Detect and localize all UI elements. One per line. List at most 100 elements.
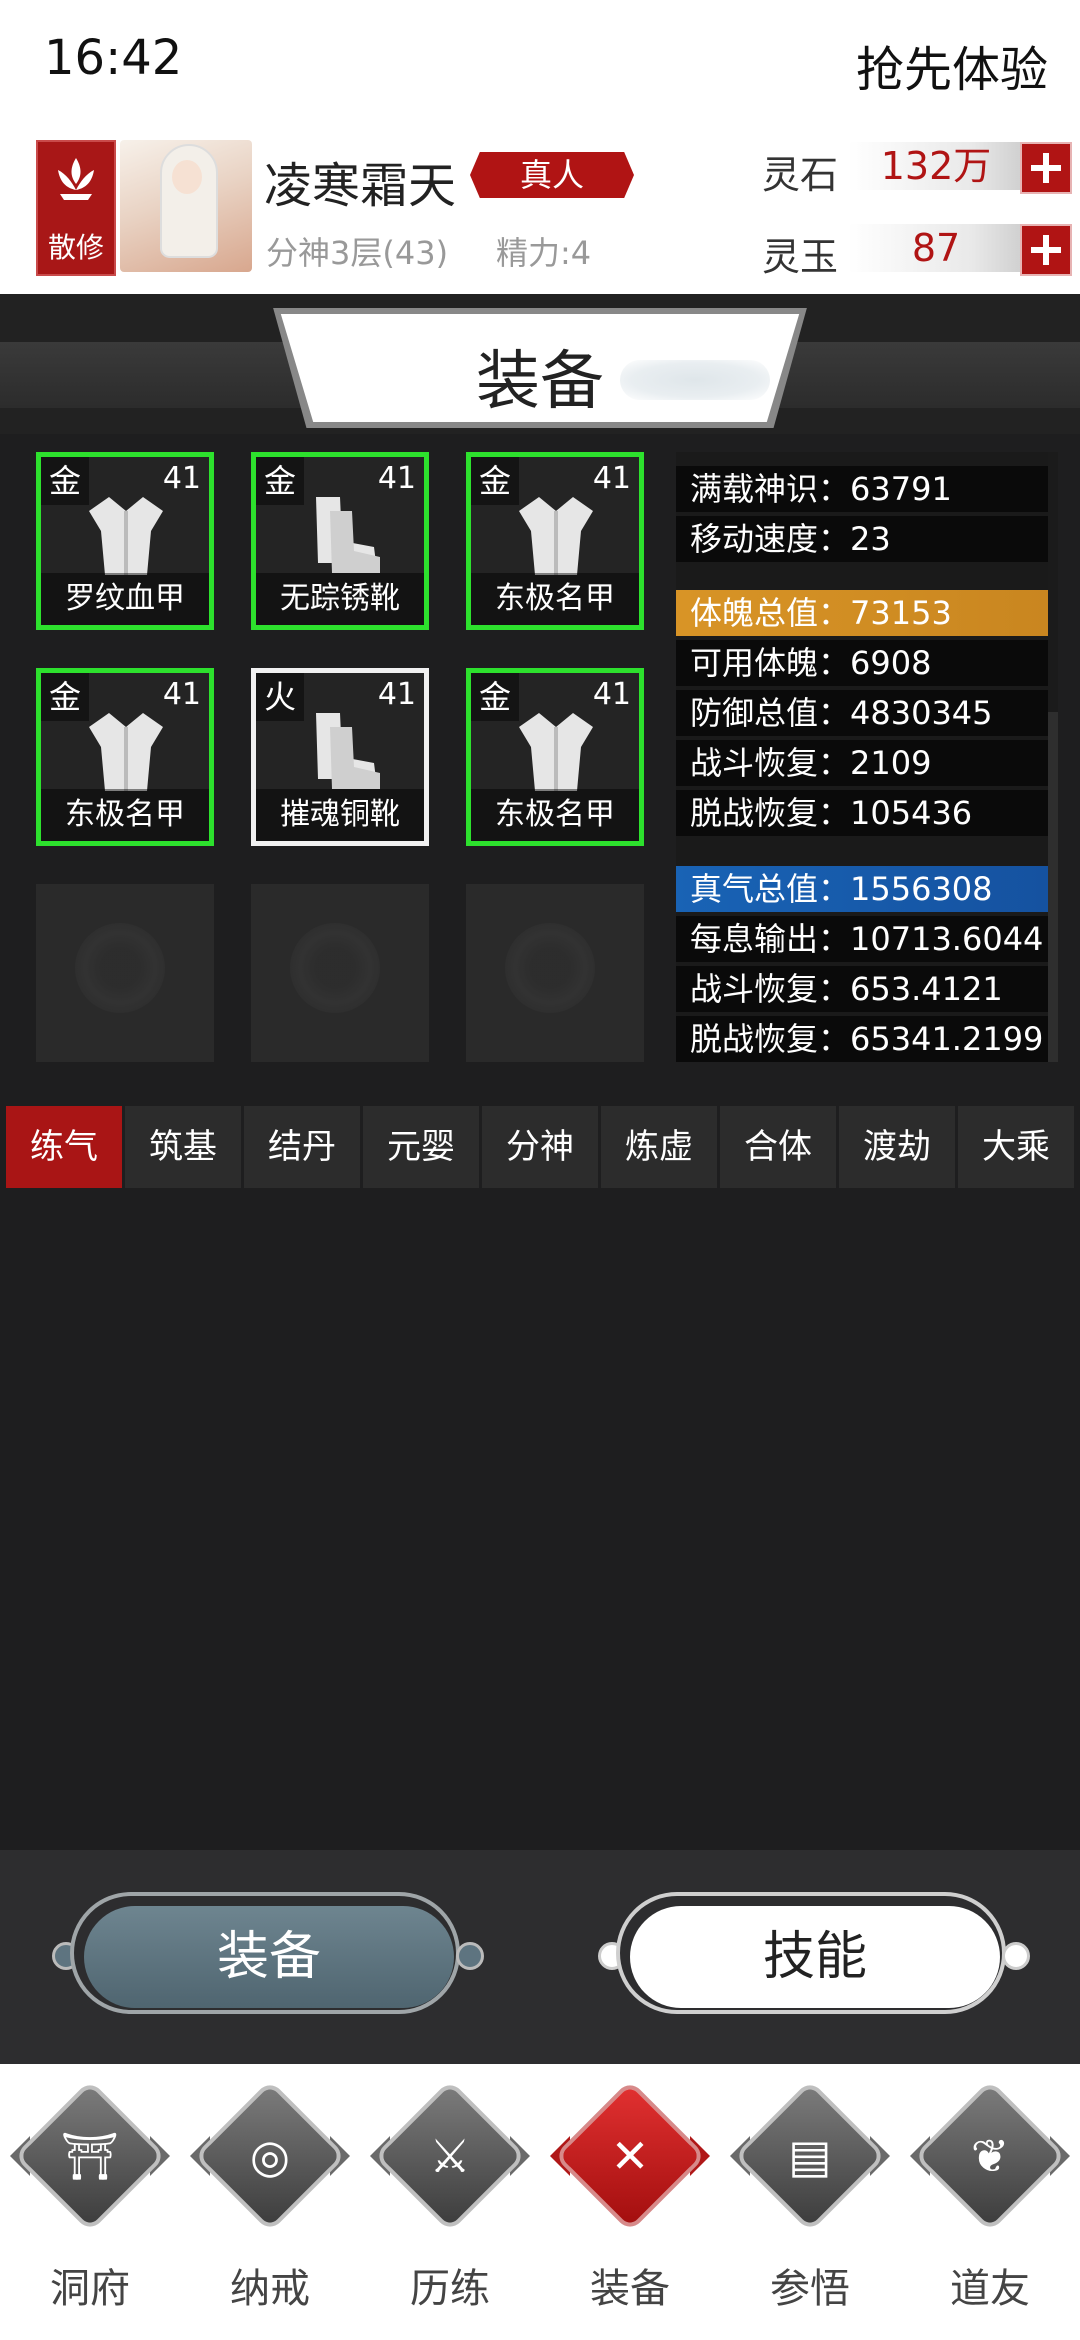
item-name: 摧魂铜靴 [256,789,424,841]
nav-lilian[interactable]: ⚔ 历练 [360,2084,540,2324]
equipment-slot[interactable]: 火 41 摧魂铜靴 [251,668,429,846]
seal-icon [75,923,165,1013]
armor-icon [89,497,163,575]
item-level: 41 [592,461,631,496]
stat-row: 防御总值：4830345 [676,690,1048,736]
stat-row: 可用体魄：6908 [676,640,1048,686]
ring-icon: ◎ [249,2129,291,2183]
boots-icon [316,497,380,573]
nav-daoyou[interactable]: ❦ 道友 [900,2084,1080,2324]
tab-lianxu[interactable]: 炼虚 [601,1106,717,1188]
stat-header-qi: 真气总值：1556308 [676,866,1048,912]
add-spirit-stone-button[interactable] [1020,142,1072,194]
nav-label: 历练 [410,2266,490,2312]
stats-scrollbar[interactable] [1048,452,1058,1062]
stat-header-physique: 体魄总值：73153 [676,590,1048,636]
stat-row: 满载神识：63791 [676,466,1048,512]
item-level: 41 [377,677,416,712]
stat-row: 脱战恢复：105436 [676,790,1048,836]
spirit-stone-label: 灵石 [762,153,839,197]
lotus-icon [58,158,94,200]
seal-icon [505,923,595,1013]
player-name: 凌寒霜天 [264,158,457,214]
armor-icon [89,713,163,791]
tab-dujie[interactable]: 渡劫 [839,1106,955,1188]
armor-icon [519,713,593,791]
item-name: 无踪锈靴 [256,573,424,625]
nav-label: 洞府 [50,2266,130,2312]
armor-icon [519,497,593,575]
nav-label: 装备 [590,2266,670,2312]
item-level: 41 [592,677,631,712]
stats-panel[interactable]: 满载神识：63791 移动速度：23 体魄总值：73153 可用体魄：6908 … [676,452,1058,1062]
skill-button[interactable]: 技能 [616,1892,1006,2014]
item-level: 41 [162,677,201,712]
tab-dacheng[interactable]: 大乘 [958,1106,1074,1188]
stat-row: 脱战恢复：65341.2199 [676,1016,1048,1062]
tab-lianqi[interactable]: 练气 [6,1106,122,1188]
nav-dongfu[interactable]: ⛩ 洞府 [0,2084,180,2324]
realm-level: 分神3层(43) [266,234,449,272]
item-name: 东极名甲 [471,789,639,841]
element-badge: 金 [256,457,304,505]
equipment-slot[interactable]: 金 41 东极名甲 [466,452,644,630]
tab-jiedan[interactable]: 结丹 [244,1106,360,1188]
avatar[interactable] [120,140,252,272]
item-level: 41 [162,461,201,496]
stat-row: 移动速度：23 [676,516,1048,562]
sect-badge[interactable]: 散修 [36,140,116,276]
boots-icon [316,713,380,789]
nav-label: 纳戒 [230,2266,310,2312]
equipment-slot[interactable]: 金 41 无踪锈靴 [251,452,429,630]
spirit-jade-label: 灵玉 [762,235,839,279]
profile-header: 散修 凌寒霜天 真人 分神3层(43) 精力:4 灵石 132万 灵玉 87 [0,130,1080,294]
element-badge: 金 [471,457,519,505]
element-badge: 金 [41,673,89,721]
close-icon: ✕ [610,2129,650,2183]
stat-row: 战斗恢复：2109 [676,740,1048,786]
rank-badge: 真人 [470,152,634,198]
item-name: 罗纹血甲 [41,573,209,625]
item-name: 东极名甲 [471,573,639,625]
equipment-slot[interactable]: 金 41 罗纹血甲 [36,452,214,630]
spirit-stone-value: 132万 [880,144,992,188]
spirit-jade-value: 87 [911,226,961,270]
stat-row: 战斗恢复：653.4121 [676,966,1048,1012]
bottom-nav: ⛩ 洞府 ◎ 纳戒 ⚔ 历练 ✕ 装备 ▤ 参悟 ❦ 道友 [0,2064,1080,2340]
energy-value: 精力:4 [496,234,592,272]
equipment-slot[interactable]: 金 41 东极名甲 [36,668,214,846]
element-badge: 金 [41,457,89,505]
empty-equipment-slot[interactable] [36,884,214,1062]
handshake-icon: ❦ [970,2129,1010,2183]
item-name: 东极名甲 [41,789,209,841]
rank-label: 真人 [519,156,584,194]
item-level: 41 [377,461,416,496]
empty-equipment-slot[interactable] [466,884,644,1062]
nav-najie[interactable]: ◎ 纳戒 [180,2084,360,2324]
nav-label: 道友 [950,2266,1030,2312]
element-badge: 金 [471,673,519,721]
action-bar: 装备 技能 [0,1850,1080,2064]
equipment-slot[interactable]: 金 41 东极名甲 [466,668,644,846]
tab-fenshen[interactable]: 分神 [482,1106,598,1188]
crossed-swords-icon: ⚔ [429,2129,471,2183]
add-spirit-jade-button[interactable] [1020,224,1072,276]
skill-button-label: 技能 [630,1906,1000,2008]
stat-row: 每息输出：10713.6044 [676,916,1048,962]
empty-equipment-slot[interactable] [251,884,429,1062]
equipment-button[interactable]: 装备 [70,1892,460,2014]
seal-icon [290,923,380,1013]
tab-yuanying[interactable]: 元婴 [363,1106,479,1188]
clock: 16:42 [44,30,183,86]
spirit-stone-counter: 132万 [848,142,1024,190]
tab-heti[interactable]: 合体 [720,1106,836,1188]
equipment-button-label: 装备 [84,1906,454,2008]
nav-canwu[interactable]: ▤ 参悟 [720,2084,900,2324]
title-banner: 装备 [0,294,1080,434]
nav-zhuangbei[interactable]: ✕ 装备 [540,2084,720,2324]
spirit-jade-counter: 87 [848,224,1024,272]
nav-label: 参悟 [770,2266,850,2312]
gate-icon: ⛩ [60,2129,120,2183]
tab-zhuji[interactable]: 筑基 [125,1106,241,1188]
page-title: 装备 [476,345,604,419]
